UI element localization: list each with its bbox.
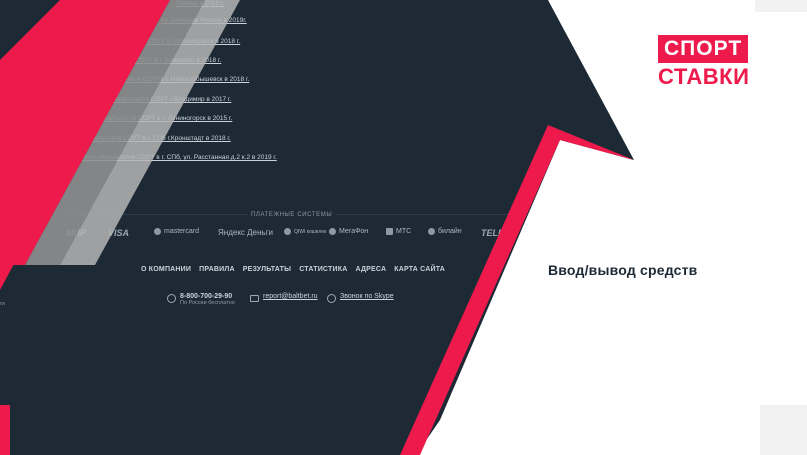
payment-mastercard: mastercard xyxy=(154,228,199,235)
skype-link[interactable]: Звонок по Skype xyxy=(340,293,394,300)
payment-mir: МИР xyxy=(66,228,86,238)
grey-corner-top xyxy=(755,0,807,12)
promo-banner: Липецк в 2016 г. по регионам России в 20… xyxy=(0,0,807,455)
contact-email[interactable]: report@baltbet.ru xyxy=(250,293,318,302)
report-link[interactable]: по регионам России в 2019г. xyxy=(161,17,247,24)
contact-phone[interactable]: 8-800-700-29-90 По России бесплатно xyxy=(167,293,235,306)
mail-icon xyxy=(250,295,259,302)
nav-results[interactable]: РЕЗУЛЬТАТЫ xyxy=(243,266,291,273)
payment-yandex: Яндекс Деньги xyxy=(218,228,273,237)
phone-block: 8-800-700-29-90 По России бесплатно xyxy=(180,293,235,306)
report-link[interactable]: кость результатов СОУТ в г. СПб, ул. Рас… xyxy=(81,154,277,161)
grey-corner-bottom xyxy=(760,405,807,455)
report-link[interactable]: результатов СОУТ в г. Лениногорск в 2015… xyxy=(100,115,232,122)
logo-bottom-word: СТАВКИ xyxy=(658,64,750,89)
payment-label: mastercard xyxy=(164,228,200,235)
logo-top-word: СПОРТ xyxy=(658,35,749,63)
payment-mts: МТС xyxy=(386,228,411,235)
skype-icon xyxy=(327,294,336,303)
megafon-icon xyxy=(329,228,336,235)
report-link[interactable]: результатов СОУТ г.Владимир в 2017 г. xyxy=(113,96,231,103)
payment-label: билайн xyxy=(438,228,462,235)
payment-visa: VISA xyxy=(108,228,130,238)
nav-rules[interactable]: ПРАВИЛА xyxy=(199,266,235,273)
footer-nav: О КОМПАНИИ ПРАВИЛА РЕЗУЛЬТАТЫ СТАТИСТИКА… xyxy=(141,266,445,273)
phone-icon xyxy=(167,294,176,303)
nav-addresses[interactable]: АДРЕСА xyxy=(355,266,386,273)
payment-label: QIWI кошелек xyxy=(294,228,327,235)
payment-qiwi: QIWI кошелек xyxy=(284,228,326,235)
report-link[interactable]: СОУТ в г.Краснодарск в 2018 г. xyxy=(147,38,240,45)
mts-icon xyxy=(386,228,393,235)
payment-beeline: билайн xyxy=(428,228,462,235)
payment-label: МТС xyxy=(396,228,412,235)
nav-statistics[interactable]: СТАТИСТИКА xyxy=(299,266,347,273)
phone-number: 8-800-700-29-90 xyxy=(180,293,233,300)
nav-sitemap[interactable]: КАРТА САЙТА xyxy=(394,266,445,273)
payment-label: МегаФон xyxy=(339,228,369,235)
phone-note: По России бесплатно xyxy=(180,300,235,306)
payment-megafon: МегаФон xyxy=(329,228,368,235)
sport-stavki-logo: СПОРТ СТАВКИ xyxy=(658,35,764,91)
email-link[interactable]: report@baltbet.ru xyxy=(263,293,318,300)
qiwi-icon xyxy=(284,228,291,235)
side-fragment: ги xyxy=(0,301,5,307)
beeline-icon xyxy=(428,228,435,235)
nav-about[interactable]: О КОМПАНИИ xyxy=(141,266,191,273)
report-link[interactable]: зультатов СОУТ в г. СПб г.Кронштадт в 20… xyxy=(92,135,231,142)
report-link[interactable]: ьтатов СОУТв г. Новокуйбышевск в 2018 г. xyxy=(122,76,249,83)
payments-title: ПЛАТЕЖНЫЕ СИСТЕМЫ xyxy=(247,212,337,218)
contact-skype[interactable]: Звонок по Skype xyxy=(327,293,394,303)
banner-caption: Ввод/вывод средств xyxy=(548,262,698,278)
mastercard-icon xyxy=(154,228,161,235)
payment-tele2: TELE2 xyxy=(481,228,510,238)
report-link[interactable]: Липецк в 2016 г. xyxy=(176,0,224,7)
report-link[interactable]: СОУТ в г. Кемерово в 2018 г. xyxy=(135,57,221,64)
